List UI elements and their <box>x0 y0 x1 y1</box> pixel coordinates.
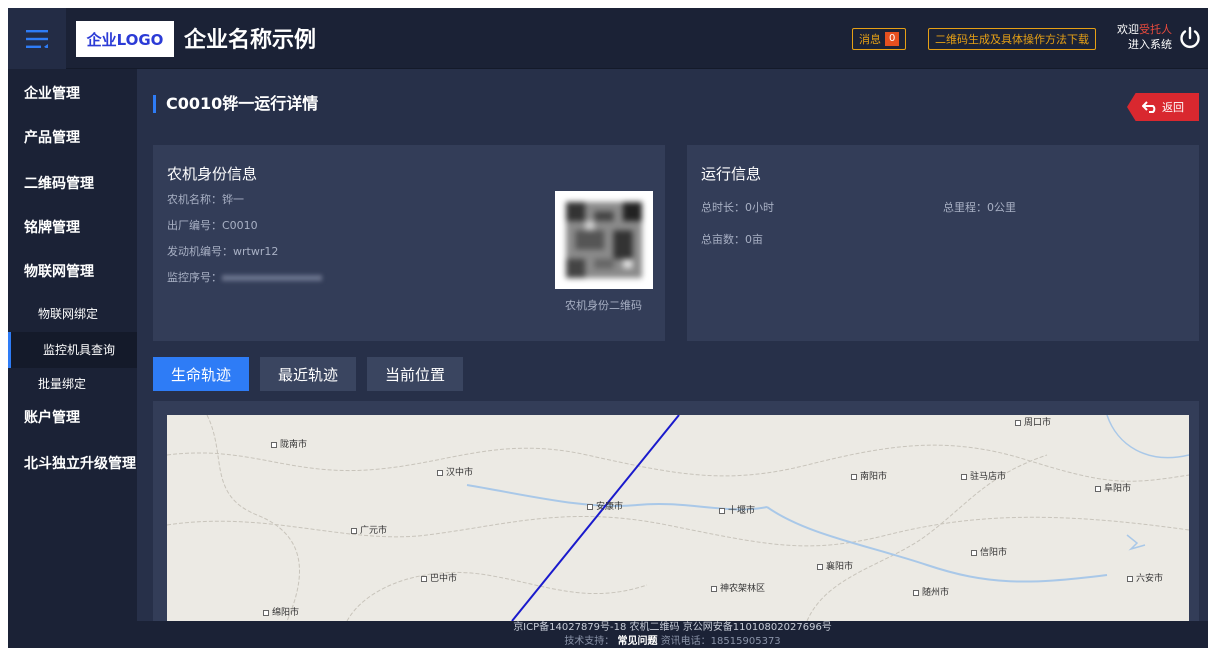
city-label: 陇南市 <box>271 437 307 450</box>
map-panel: 周口市 陇南市 汉中市 南阳市 驻马店市 阜阳市 安康市 十堰市 广元市 信阳市… <box>153 401 1199 621</box>
identity-card-title: 农机身份信息 <box>167 165 258 183</box>
sidebar-subitem-monitor-query[interactable]: 监控机具查询 <box>8 332 137 368</box>
footer-support: 技术支持： 常见问题 资讯电话：18515905373 <box>137 635 1208 648</box>
messages-label: 消息 <box>859 33 881 46</box>
sidebar: 企业管理 产品管理 二维码管理 铭牌管理 物联网管理 物联网绑定 监控机具查询 … <box>8 69 137 648</box>
return-arrow-icon <box>1142 101 1156 113</box>
footer-phone: 资讯电话：18515905373 <box>660 636 781 647</box>
sidebar-item-iot[interactable]: 物联网管理 <box>8 261 137 281</box>
engine-number: 发动机编号：wrtwr12 <box>167 245 279 258</box>
city-label: 六安市 <box>1127 571 1163 584</box>
run-card-title: 运行信息 <box>701 165 762 183</box>
total-area: 总亩数：0亩 <box>701 233 763 246</box>
tab-life-track[interactable]: 生命轨迹 <box>153 357 249 391</box>
sidebar-item-accounts[interactable]: 账户管理 <box>8 407 137 427</box>
qr-code-icon <box>566 202 642 278</box>
city-label: 襄阳市 <box>817 559 853 572</box>
welcome-user: 受托人 <box>1139 23 1172 36</box>
messages-count-badge: 0 <box>885 32 900 46</box>
back-button[interactable]: 返回 <box>1127 93 1199 121</box>
city-label: 神农架林区 <box>711 581 765 594</box>
welcome-suffix: 进入系统 <box>1128 38 1172 51</box>
machine-name: 农机名称：铧一 <box>167 193 244 206</box>
total-duration: 总时长：0小时 <box>701 201 774 214</box>
footer-support-label: 技术支持： <box>564 636 615 647</box>
city-label: 绵阳市 <box>263 605 299 618</box>
identity-info-card: 农机身份信息 农机名称：铧一 出厂编号：C0010 发动机编号：wrtwr12 … <box>153 145 665 341</box>
page-title: C0010铧一运行详情 <box>153 95 318 113</box>
identity-qr-code <box>555 191 653 289</box>
company-name: 企业名称示例 <box>184 28 317 53</box>
faq-link[interactable]: 常见问题 <box>618 636 658 647</box>
monitor-serial: 监控序号： <box>167 269 322 285</box>
app-window: 企业LOGO 企业名称示例 消息 0 二维码生成及具体操作方法下载 欢迎受托人 … <box>8 8 1208 648</box>
sidebar-item-qrcodes[interactable]: 二维码管理 <box>8 173 137 193</box>
qr-code-caption: 农机身份二维码 <box>565 299 642 312</box>
city-label: 阜阳市 <box>1095 481 1131 494</box>
city-label: 十堰市 <box>719 503 755 516</box>
tab-recent-track[interactable]: 最近轨迹 <box>260 357 356 391</box>
sidebar-item-nameplates[interactable]: 铭牌管理 <box>8 217 137 237</box>
welcome-text: 欢迎受托人 进入系统 <box>1116 22 1172 52</box>
back-label: 返回 <box>1162 101 1184 114</box>
city-label: 安康市 <box>587 499 623 512</box>
sidebar-item-enterprise[interactable]: 企业管理 <box>8 83 137 103</box>
company-logo: 企业LOGO <box>76 21 174 57</box>
city-label: 广元市 <box>351 523 387 536</box>
city-label: 汉中市 <box>437 465 473 478</box>
sidebar-subitem-batch-binding[interactable]: 批量绑定 <box>8 366 137 402</box>
city-label: 南阳市 <box>851 469 887 482</box>
map-base <box>167 415 1189 621</box>
main-content: C0010铧一运行详情 返回 农机身份信息 农机名称：铧一 出厂编号：C0010… <box>137 69 1208 621</box>
city-label: 周口市 <box>1015 415 1051 428</box>
track-line <box>511 415 680 621</box>
sidebar-item-beidou-upgrade[interactable]: 北斗独立升级管理 <box>8 453 137 473</box>
welcome-prefix: 欢迎 <box>1117 23 1139 36</box>
monitor-serial-label: 监控序号： <box>167 271 222 284</box>
map-view[interactable]: 周口市 陇南市 汉中市 南阳市 驻马店市 阜阳市 安康市 十堰市 广元市 信阳市… <box>167 415 1189 621</box>
sidebar-item-products[interactable]: 产品管理 <box>8 127 137 147</box>
city-label: 随州市 <box>913 585 949 598</box>
page-footer: 京ICP备14027879号-18 农机二维码 京公网安备11010802027… <box>137 621 1208 648</box>
monitor-serial-redacted <box>222 275 322 281</box>
footer-license: 京ICP备14027879号-18 农机二维码 京公网安备11010802027… <box>513 622 832 633</box>
hamburger-icon <box>26 29 48 48</box>
messages-button[interactable]: 消息 0 <box>852 28 907 50</box>
city-label: 巴中市 <box>421 571 457 584</box>
sidebar-subitem-iot-binding[interactable]: 物联网绑定 <box>8 296 137 332</box>
power-icon[interactable] <box>1178 26 1202 50</box>
menu-toggle-button[interactable] <box>8 8 66 69</box>
tab-current-position[interactable]: 当前位置 <box>367 357 463 391</box>
total-mileage: 总里程：0公里 <box>943 201 1016 214</box>
city-label: 驻马店市 <box>961 469 1006 482</box>
factory-number: 出厂编号：C0010 <box>167 219 258 232</box>
city-label: 信阳市 <box>971 545 1007 558</box>
top-bar: 企业LOGO 企业名称示例 消息 0 二维码生成及具体操作方法下载 欢迎受托人 … <box>8 8 1208 69</box>
run-info-card: 运行信息 总时长：0小时 总里程：0公里 总亩数：0亩 <box>687 145 1199 341</box>
qr-download-button[interactable]: 二维码生成及具体操作方法下载 <box>928 28 1096 50</box>
